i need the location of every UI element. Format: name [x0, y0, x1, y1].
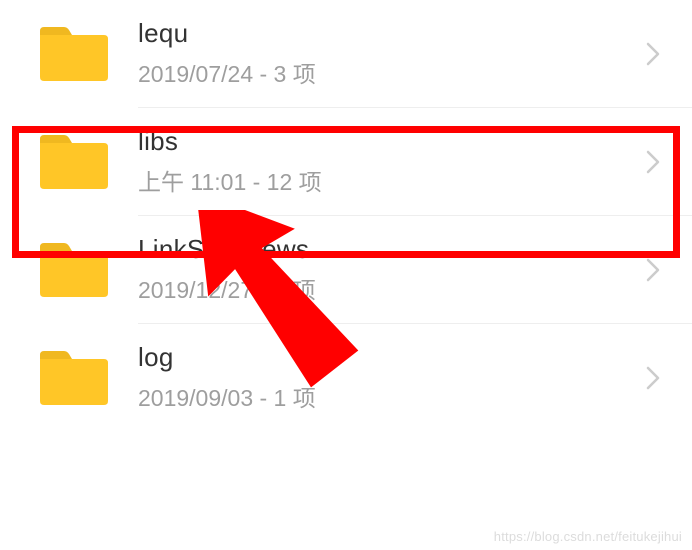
file-name: log [138, 342, 646, 373]
file-item[interactable]: log 2019/09/03 - 1 项 [0, 324, 692, 431]
watermark: https://blog.csdn.net/feitukejihui [494, 529, 682, 544]
folder-icon [36, 133, 108, 191]
file-meta: 2019/09/03 - 1 项 [138, 379, 646, 413]
file-info: log 2019/09/03 - 1 项 [138, 342, 646, 413]
file-item[interactable]: LinkSureNews 2019/12/27 - 2 项 [0, 216, 692, 323]
folder-icon [36, 241, 108, 299]
chevron-right-icon [646, 366, 660, 390]
file-info: lequ 2019/07/24 - 3 项 [138, 18, 646, 89]
file-info: libs 上午 11:01 - 12 项 [138, 126, 646, 197]
file-name: libs [138, 126, 646, 157]
file-name: lequ [138, 18, 646, 49]
chevron-right-icon [646, 42, 660, 66]
file-list: lequ 2019/07/24 - 3 项 libs 上午 11:01 - 12… [0, 0, 692, 431]
file-info: LinkSureNews 2019/12/27 - 2 项 [138, 234, 646, 305]
file-meta: 2019/07/24 - 3 项 [138, 55, 646, 89]
chevron-right-icon [646, 150, 660, 174]
file-name: LinkSureNews [138, 234, 646, 265]
chevron-right-icon [646, 258, 660, 282]
file-meta: 2019/12/27 - 2 项 [138, 271, 646, 305]
file-item[interactable]: lequ 2019/07/24 - 3 项 [0, 0, 692, 107]
file-item[interactable]: libs 上午 11:01 - 12 项 [0, 108, 692, 215]
file-meta: 上午 11:01 - 12 项 [138, 163, 646, 197]
folder-icon [36, 25, 108, 83]
folder-icon [36, 349, 108, 407]
